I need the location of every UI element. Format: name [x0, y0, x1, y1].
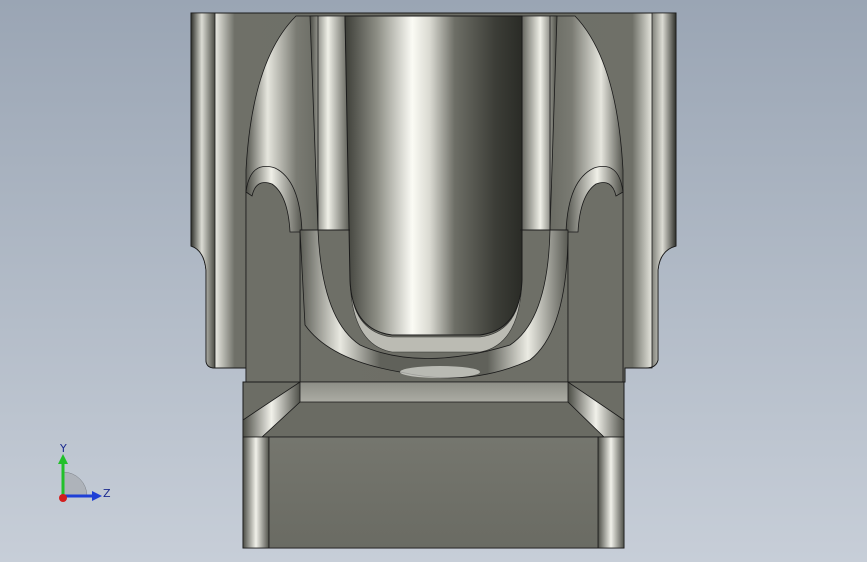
central-tube — [344, 15, 523, 336]
right-thin-tube — [519, 15, 558, 231]
triad-quadrant — [62, 471, 88, 497]
triad-z-arrow — [92, 491, 102, 501]
model-view[interactable] — [0, 0, 867, 562]
triad-y-arrow — [58, 454, 68, 464]
reference-triad[interactable]: Y Z — [48, 440, 118, 510]
u-center-highlight — [400, 366, 480, 378]
bottom-frame-right-post — [597, 436, 625, 549]
triad-z-label: Z — [103, 487, 111, 500]
bottom-frame-inner-top — [260, 401, 605, 438]
triad-x-origin — [59, 494, 67, 502]
bottom-frame-inner-face — [268, 436, 599, 549]
graphics-viewport[interactable]: Y Z — [0, 0, 867, 562]
triad-y-label: Y — [59, 442, 67, 455]
left-outer-rim — [190, 12, 216, 369]
bottom-frame-left-post — [242, 436, 270, 549]
